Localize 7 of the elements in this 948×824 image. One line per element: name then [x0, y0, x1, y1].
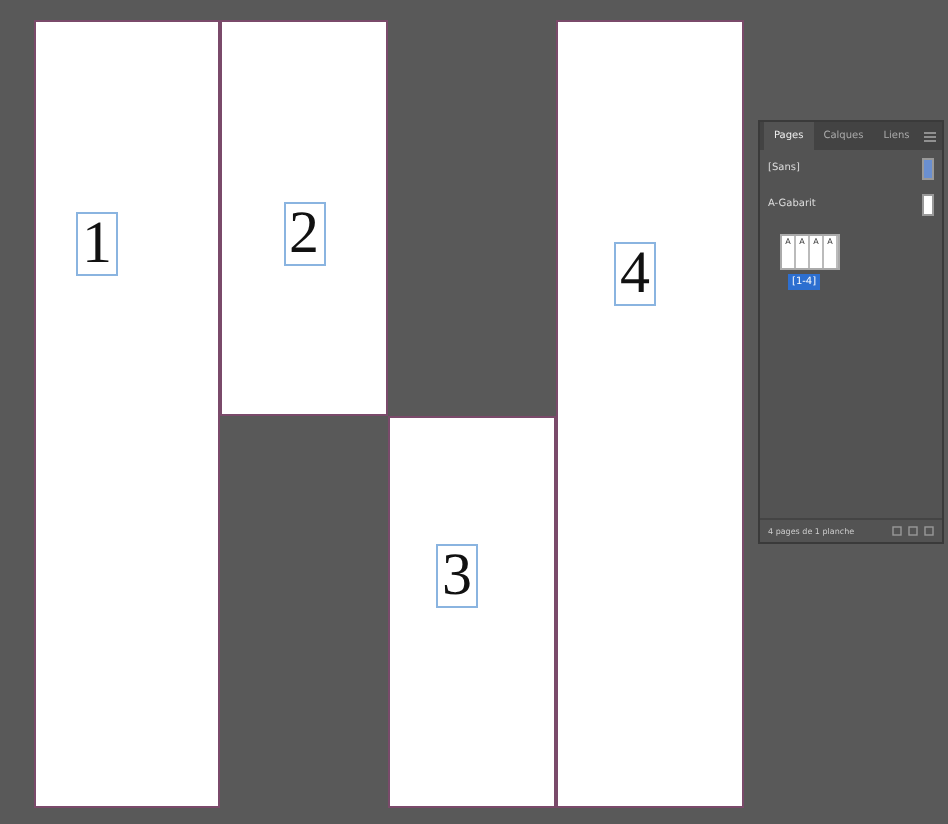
page-number: 3 [436, 544, 478, 608]
page-number: 2 [283, 202, 325, 266]
master-thumbnail[interactable] [922, 193, 934, 215]
page-number: 4 [614, 242, 656, 306]
master-thumbnail[interactable] [922, 157, 934, 179]
menu-icon[interactable] [924, 131, 936, 141]
page-number: 1 [76, 212, 118, 276]
